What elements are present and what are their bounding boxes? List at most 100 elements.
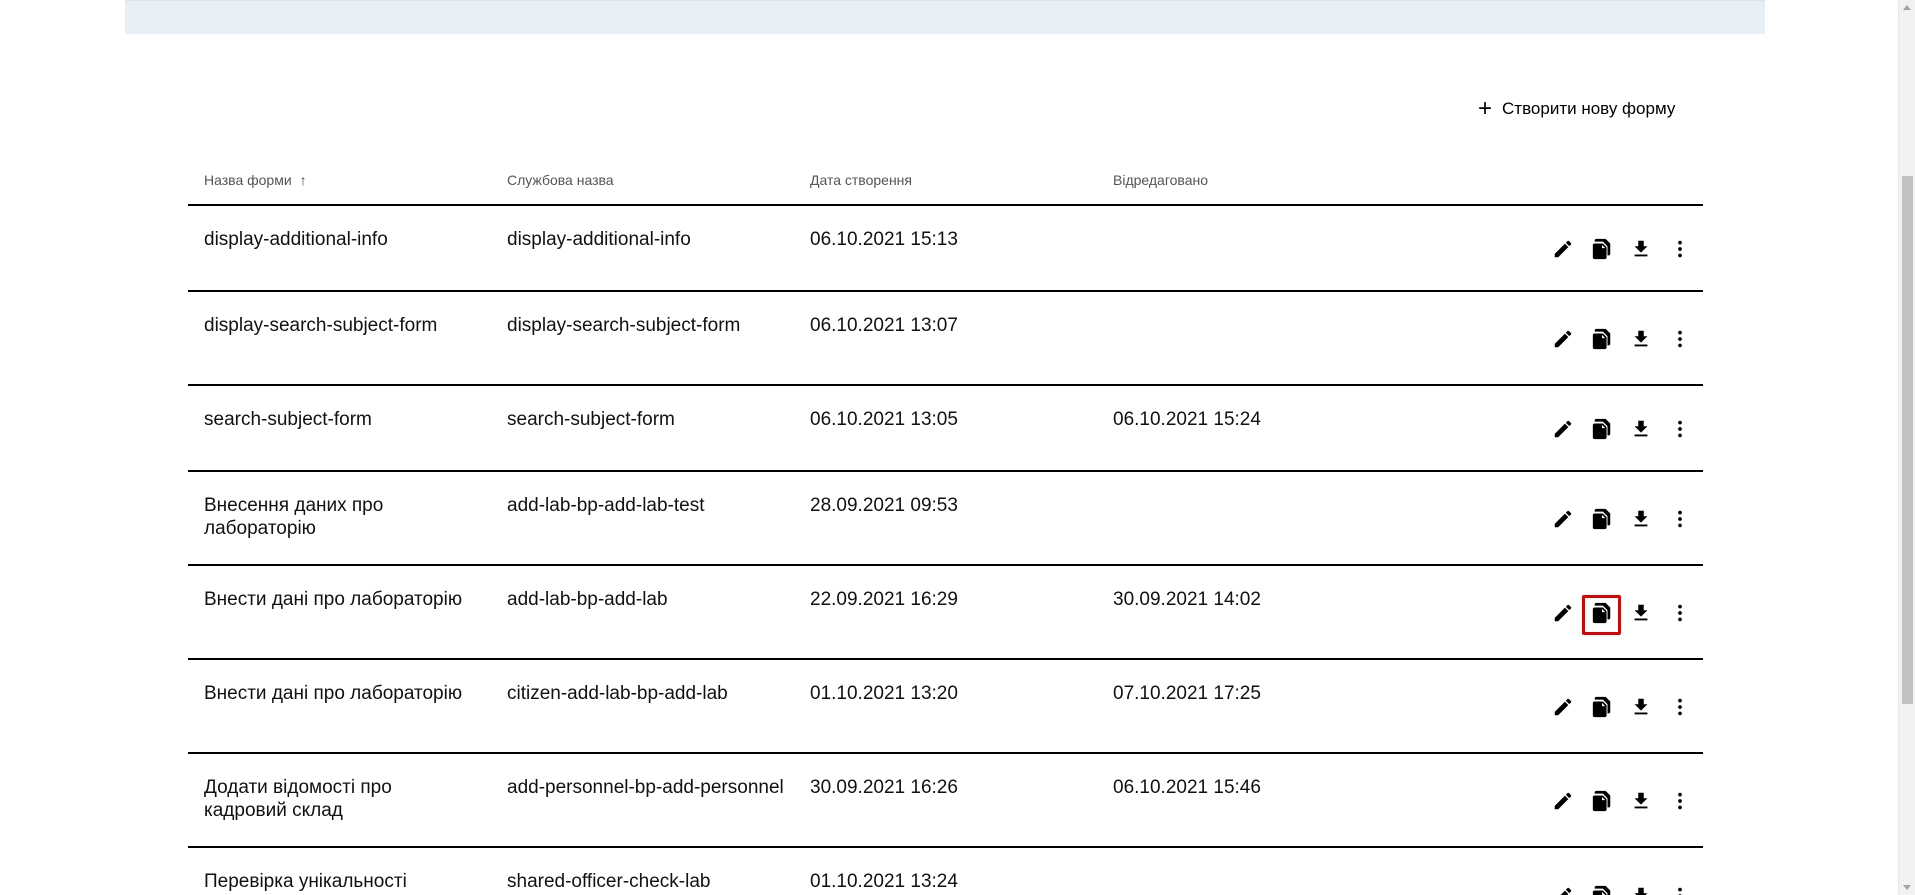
copy-button[interactable]	[1582, 231, 1621, 271]
arrow-up-icon: ↑	[299, 172, 307, 188]
forms-table: Назва форми ↑ Службова назва Дата створе…	[188, 160, 1703, 895]
edit-icon	[1552, 508, 1574, 535]
more-button[interactable]	[1660, 689, 1699, 729]
form-name-cell: display-additional-info	[204, 229, 388, 250]
service-name-cell: display-search-subject-form	[507, 315, 741, 336]
copy-button[interactable]	[1582, 411, 1621, 451]
edit-icon	[1552, 418, 1574, 445]
download-button[interactable]	[1621, 321, 1660, 361]
edit-icon	[1552, 328, 1574, 355]
download-icon	[1630, 328, 1652, 355]
scrollbar-thumb[interactable]	[1902, 176, 1913, 704]
download-button[interactable]	[1621, 411, 1660, 451]
vertical-scrollbar[interactable]	[1898, 0, 1915, 895]
row-actions	[1543, 321, 1699, 361]
form-name-cell: Внести дані про лабораторію	[204, 589, 463, 610]
more-vertical-icon	[1669, 418, 1691, 445]
service-name-cell: shared-officer-check-lab	[507, 871, 711, 892]
more-button[interactable]	[1660, 411, 1699, 451]
copy-button[interactable]	[1582, 689, 1621, 729]
form-name-cell: Додати відомості про кадровий склад	[204, 777, 392, 821]
row-actions	[1543, 595, 1699, 635]
download-button[interactable]	[1621, 689, 1660, 729]
more-vertical-icon	[1669, 328, 1691, 355]
table-row[interactable]: Додати відомості про кадровий склад add-p…	[188, 754, 1703, 848]
download-button[interactable]	[1621, 783, 1660, 823]
table-row[interactable]: Внесення даних про лабораторію add-lab-bp…	[188, 472, 1703, 566]
more-button[interactable]	[1660, 878, 1699, 895]
table-row[interactable]: Перевірка унікальності shared-officer-che…	[188, 848, 1703, 895]
more-vertical-icon	[1669, 885, 1691, 895]
created-date-cell: 01.10.2021 13:20	[810, 683, 958, 704]
table-row[interactable]: display-additional-info display-additiona…	[188, 206, 1703, 292]
copy-icon	[1591, 885, 1613, 895]
copy-button[interactable]	[1582, 501, 1621, 541]
scroll-down-icon[interactable]	[1903, 885, 1911, 890]
column-header-edited[interactable]: Відредаговано	[1113, 172, 1208, 188]
copy-button[interactable]	[1582, 783, 1621, 823]
edit-button[interactable]	[1543, 689, 1582, 729]
download-button[interactable]	[1621, 501, 1660, 541]
page: + Створити нову форму Назва форми ↑ Служ…	[0, 0, 1915, 895]
table-row[interactable]: Внести дані про лабораторію add-lab-bp-ad…	[188, 566, 1703, 660]
edit-icon	[1552, 602, 1574, 629]
created-date-cell: 30.09.2021 16:26	[810, 777, 958, 798]
created-date-cell: 22.09.2021 16:29	[810, 589, 958, 610]
row-actions	[1543, 783, 1699, 823]
table-row[interactable]: display-search-subject-form display-searc…	[188, 292, 1703, 386]
copy-button[interactable]	[1582, 321, 1621, 361]
edit-button[interactable]	[1543, 878, 1582, 895]
copy-button[interactable]	[1582, 595, 1621, 635]
more-button[interactable]	[1660, 321, 1699, 361]
more-vertical-icon	[1669, 508, 1691, 535]
edit-icon	[1552, 790, 1574, 817]
row-actions	[1543, 878, 1699, 895]
copy-button[interactable]	[1582, 878, 1621, 895]
table-row[interactable]: search-subject-form search-subject-form 06…	[188, 386, 1703, 472]
column-header-service-name[interactable]: Службова назва	[507, 172, 614, 188]
service-name-cell: add-lab-bp-add-lab-test	[507, 495, 705, 516]
more-vertical-icon	[1669, 790, 1691, 817]
row-actions	[1543, 411, 1699, 451]
edited-date-cell: 06.10.2021 15:24	[1113, 409, 1261, 430]
more-button[interactable]	[1660, 595, 1699, 635]
created-date-cell: 06.10.2021 15:13	[810, 229, 958, 250]
created-date-cell: 06.10.2021 13:05	[810, 409, 958, 430]
edit-icon	[1552, 238, 1574, 265]
download-button[interactable]	[1621, 231, 1660, 271]
edit-button[interactable]	[1543, 783, 1582, 823]
service-name-cell: add-personnel-bp-add-personnel	[507, 777, 784, 798]
download-button[interactable]	[1621, 595, 1660, 635]
edit-button[interactable]	[1543, 501, 1582, 541]
copy-icon	[1591, 328, 1613, 355]
table-row[interactable]: Внести дані про лабораторію citizen-add-l…	[188, 660, 1703, 754]
download-button[interactable]	[1621, 878, 1660, 895]
scroll-up-icon[interactable]	[1903, 5, 1911, 10]
column-header-created[interactable]: Дата створення	[810, 172, 912, 188]
service-name-cell: display-additional-info	[507, 229, 691, 250]
top-banner	[125, 0, 1765, 34]
table-header: Назва форми ↑ Службова назва Дата створе…	[188, 160, 1703, 206]
form-name-cell: Перевірка унікальності	[204, 871, 407, 892]
more-button[interactable]	[1660, 501, 1699, 541]
edit-button[interactable]	[1543, 231, 1582, 271]
download-icon	[1630, 696, 1652, 723]
download-icon	[1630, 790, 1652, 817]
copy-icon	[1591, 508, 1613, 535]
edit-button[interactable]	[1543, 595, 1582, 635]
service-name-cell: search-subject-form	[507, 409, 675, 430]
edit-button[interactable]	[1543, 321, 1582, 361]
more-button[interactable]	[1660, 231, 1699, 271]
edit-button[interactable]	[1543, 411, 1582, 451]
download-icon	[1630, 602, 1652, 629]
edited-date-cell: 06.10.2021 15:46	[1113, 777, 1261, 798]
download-icon	[1630, 885, 1652, 895]
column-header-name[interactable]: Назва форми ↑	[204, 172, 307, 188]
create-new-form-button[interactable]: + Створити нову форму	[1478, 96, 1675, 122]
form-name-cell: display-search-subject-form	[204, 315, 438, 336]
download-icon	[1630, 508, 1652, 535]
more-button[interactable]	[1660, 783, 1699, 823]
copy-icon	[1591, 696, 1613, 723]
edit-icon	[1552, 885, 1574, 895]
form-name-cell: Внести дані про лабораторію	[204, 683, 463, 704]
